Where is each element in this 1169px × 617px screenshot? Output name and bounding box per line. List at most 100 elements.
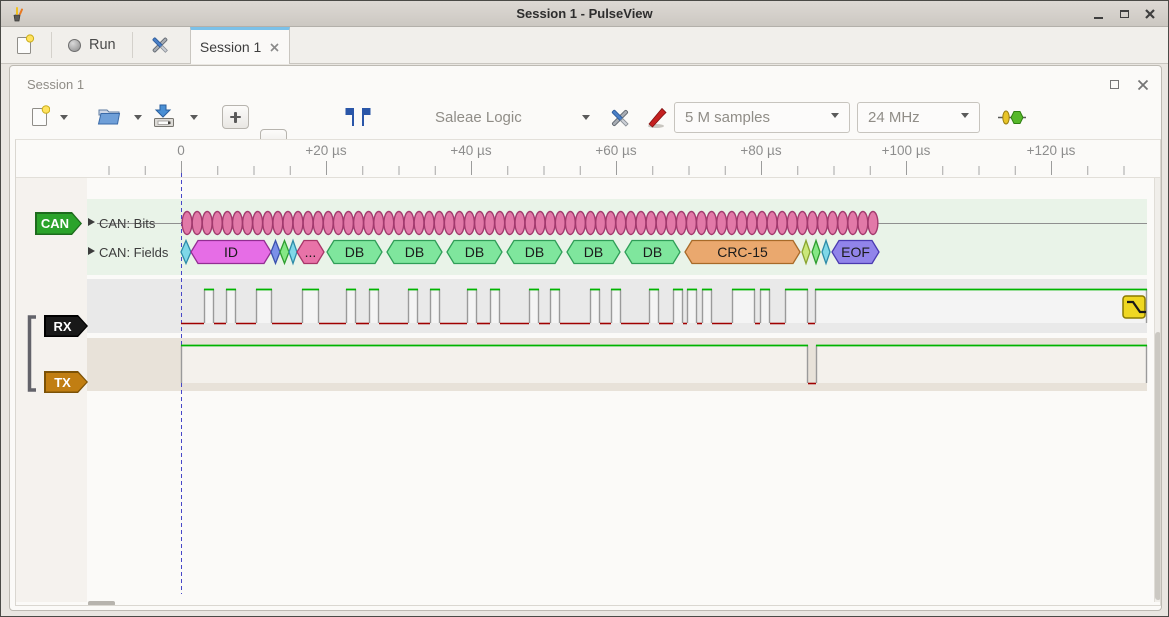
can-field-annotation — [271, 241, 280, 264]
decoder-tag-label: CAN — [41, 216, 69, 231]
tab-session-1[interactable]: Session 1 — [190, 27, 290, 64]
decoder-tag-can[interactable]: CAN — [35, 212, 82, 235]
new-file-icon — [15, 34, 35, 56]
subwindow-maximize-icon[interactable] — [1110, 80, 1119, 89]
can-bit-annotation — [485, 212, 495, 235]
save-file-icon[interactable] — [152, 103, 176, 129]
can-bit-annotation — [344, 212, 354, 235]
expander-icon[interactable] — [88, 218, 95, 226]
session-subwindow: Session 1 — [9, 65, 1162, 611]
rx-wave-high-fill — [346, 289, 356, 323]
minimize-icon[interactable] — [1092, 8, 1104, 20]
can-field-label: ID — [224, 244, 238, 260]
can-bit-annotation — [293, 212, 303, 235]
can-bit-annotation — [545, 212, 555, 235]
can-bit-annotation — [283, 212, 293, 235]
can-bit-annotation — [626, 212, 636, 235]
run-button[interactable]: Run — [62, 27, 122, 63]
device-selector[interactable]: Saleae Logic — [435, 109, 522, 126]
can-bit-annotation — [454, 212, 464, 235]
can-bit-annotation — [838, 212, 848, 235]
can-bit-annotation — [555, 212, 565, 235]
sample-rate-value: 24 MHz — [868, 109, 920, 126]
window-title: Session 1 - PulseView — [1, 6, 1168, 21]
rx-wave-high-fill — [430, 289, 440, 323]
can-bit-annotation — [495, 212, 505, 235]
pulseview-window: Session 1 - PulseView Run — [0, 0, 1169, 617]
device-config-icon[interactable] — [608, 106, 632, 130]
channel-group-bracket[interactable] — [30, 317, 37, 390]
maximize-icon[interactable] — [1118, 8, 1130, 20]
sample-rate-combobox[interactable]: 24 MHz — [857, 102, 980, 133]
new-view-dropdown-icon[interactable] — [60, 115, 68, 124]
can-bit-annotation — [737, 212, 747, 235]
close-icon[interactable] — [1144, 8, 1156, 20]
can-bit-annotation — [797, 212, 807, 235]
can-bit-annotation — [868, 212, 878, 235]
vertical-scrollbar-handle[interactable] — [1155, 332, 1161, 600]
add-decoder-icon[interactable] — [997, 109, 1027, 126]
can-bit-annotation — [848, 212, 858, 235]
tab-close-icon[interactable] — [270, 43, 279, 52]
can-bit-annotation — [808, 212, 818, 235]
can-bit-annotation — [202, 212, 212, 235]
can-bit-annotation — [273, 212, 283, 235]
sample-count-combobox[interactable]: 5 M samples — [674, 102, 850, 133]
ruler-label: +60 µs — [595, 143, 636, 158]
rx-wave-high-fill — [550, 289, 560, 323]
toolbar-separator — [132, 32, 133, 58]
subwindow-close-icon[interactable] — [1137, 79, 1149, 91]
subwindow-title: Session 1 — [27, 77, 84, 92]
can-field-annotation — [181, 241, 191, 264]
can-bit-annotation — [576, 212, 586, 235]
main-toolbar: Run Session 1 — [1, 27, 1168, 64]
rx-wave-high-fill — [785, 289, 808, 323]
can-bit-annotation — [646, 212, 656, 235]
open-file-icon[interactable] — [96, 104, 122, 128]
can-bit-annotation — [475, 212, 485, 235]
expander-icon[interactable] — [88, 247, 95, 255]
can-field-label: DB — [643, 244, 662, 260]
save-dropdown-icon[interactable] — [190, 115, 198, 124]
can-bit-annotation — [323, 212, 333, 235]
ruler-label: 0 — [177, 143, 185, 158]
trace-canvas[interactable]: 0+20 µs+40 µs+60 µs+80 µs+100 µs+120 µsI… — [16, 140, 1161, 606]
trigger-marker-bg[interactable] — [1123, 296, 1145, 318]
decoder-tag-fill: CAN — [37, 214, 81, 234]
open-dropdown-icon[interactable] — [134, 115, 142, 124]
trace-view[interactable]: 0+20 µs+40 µs+60 µs+80 µs+100 µs+120 µsI… — [15, 139, 1161, 606]
channel-tag-tx[interactable]: TX — [44, 371, 88, 393]
can-bit-annotation — [686, 212, 696, 235]
can-field-label: DB — [525, 244, 544, 260]
can-bit-annotation — [505, 212, 515, 235]
tx-tag-label: TX — [54, 375, 71, 390]
titlebar[interactable]: Session 1 - PulseView — [1, 1, 1168, 27]
can-bit-annotation — [777, 212, 787, 235]
channels-probe-icon[interactable] — [646, 106, 670, 130]
can-bit-annotation — [263, 212, 273, 235]
trigger-marker-icon[interactable] — [1123, 296, 1146, 318]
new-session-button[interactable] — [9, 27, 41, 63]
rx-wave-high-fill — [408, 289, 418, 323]
channel-tag-rx[interactable]: RX — [44, 315, 88, 337]
rx-wave-high-fill — [256, 289, 272, 323]
can-bit-annotation — [767, 212, 777, 235]
settings-button[interactable] — [143, 27, 177, 63]
can-bit-annotation — [182, 212, 192, 235]
can-bit-annotation — [535, 212, 545, 235]
can-bit-annotation — [707, 212, 717, 235]
zoom-in-button[interactable] — [222, 105, 249, 129]
can-bit-annotation — [818, 212, 828, 235]
can-field-label: EOF — [841, 244, 870, 260]
rx-wave-high-fill — [732, 289, 755, 323]
horizontal-scrollbar-handle[interactable] — [88, 601, 115, 606]
device-dropdown-icon[interactable] — [582, 115, 590, 124]
can-bit-annotation — [666, 212, 676, 235]
toolbar-separator — [51, 32, 52, 58]
can-field-annotation — [822, 241, 830, 264]
rx-wave-high-fill — [302, 289, 319, 323]
show-cursors-icon[interactable] — [344, 106, 372, 128]
subwindow-titlebar[interactable]: Session 1 — [10, 66, 1161, 97]
can-bit-annotation — [222, 212, 232, 235]
new-view-icon[interactable] — [30, 104, 50, 128]
